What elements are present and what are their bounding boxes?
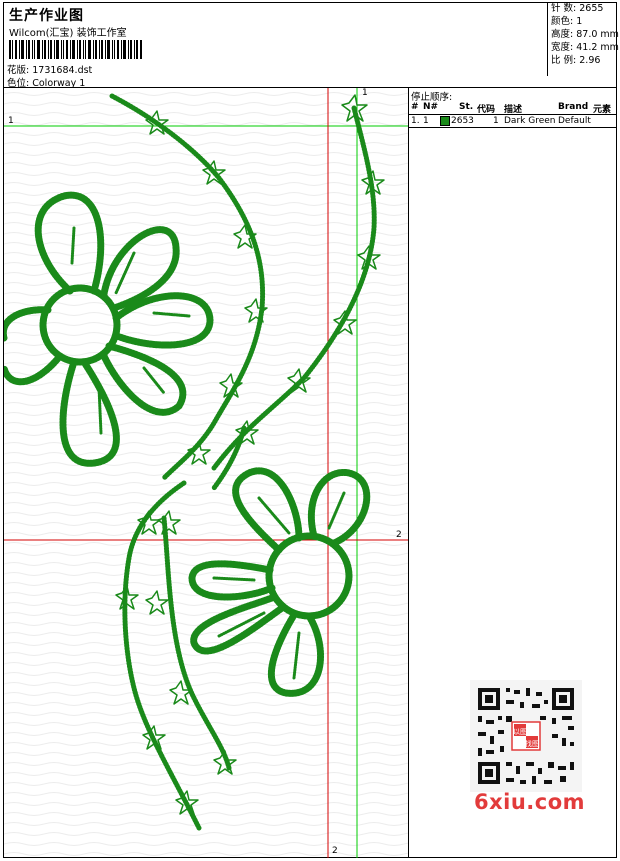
stat-height: 高度: 87.0 mm: [551, 29, 619, 40]
qr-badge-text-1: 以图: [513, 728, 527, 736]
col-st: St.: [459, 102, 474, 112]
guide-label-green-left: 1: [8, 116, 14, 126]
thread-color-swatch: [440, 116, 450, 126]
stop-sequence-table: # N# St. 代码 描述 Brand 元素 1. 1 2653 1 Dark…: [409, 101, 617, 128]
stat-colors: 颜色: 1: [551, 16, 583, 27]
col-desc: 描述: [504, 105, 523, 115]
guide-label-red-right: 2: [396, 530, 402, 540]
colorway-row: 色位: Colorway 1: [7, 75, 85, 89]
stat-width: 宽度: 41.2 mm: [551, 42, 619, 53]
table-header: # N# St. 代码 描述 Brand 元素: [409, 101, 617, 115]
col-brand: Brand: [558, 102, 589, 112]
qr-badge-text-2: 找图: [525, 739, 539, 748]
embroidery-preview: [4, 88, 408, 858]
col-n: N#: [423, 102, 439, 112]
watermark-logo: 6xiu.com: [474, 790, 586, 814]
col-elem: 元素: [593, 105, 612, 115]
col-num: #: [411, 102, 419, 112]
header: 生产作业图 Wilcom(汇宝) 装饰工作室 花版: 1731684.dst 色…: [3, 2, 619, 89]
stat-scale: 比 例: 2.96: [551, 55, 601, 66]
page-title: 生产作业图: [9, 8, 84, 24]
design-canvas: 1 1 2 2: [4, 88, 409, 858]
company-name: Wilcom(汇宝) 装饰工作室: [9, 28, 127, 39]
design-file-row: 花版: 1731684.dst: [7, 62, 92, 76]
barcode: [9, 40, 142, 59]
table-row: 1. 1 2653 1 Dark Green Default: [409, 115, 617, 128]
guide-label-green-top: 1: [362, 88, 368, 98]
stats-box: 针 数: 2655 颜色: 1 高度: 87.0 mm 宽度: 41.2 mm …: [547, 2, 619, 76]
qr-code-watermark: 以图 找图: [470, 680, 582, 792]
guide-label-red-bottom: 2: [332, 846, 338, 856]
stat-stitches: 针 数: 2655: [551, 3, 604, 14]
col-code: 代码: [477, 105, 496, 115]
